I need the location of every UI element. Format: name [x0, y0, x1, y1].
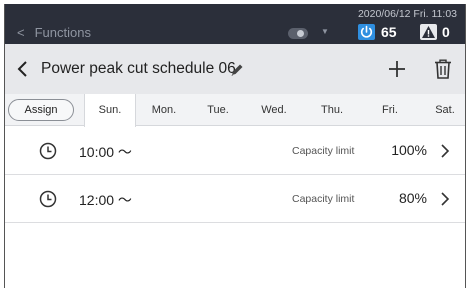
schedule-time: 12:00 ～ [79, 192, 132, 208]
capacity-limit-value: 100% [391, 142, 427, 158]
schedule-time: 10:00 ～ [79, 144, 132, 160]
schedule-row[interactable]: 10:00 ～ Capacity limit 100% [5, 127, 465, 175]
plus-icon[interactable] [386, 58, 408, 80]
capacity-limit-value: 80% [398, 190, 427, 206]
tab-fri[interactable]: Fri. [367, 94, 413, 126]
trash-icon[interactable] [433, 58, 453, 80]
clock-icon [39, 142, 57, 160]
app-frame: < Functions ▼ 2020/06/12 Fri. 11:03 65 0 [4, 4, 466, 288]
toggle-icon[interactable] [288, 28, 308, 39]
functions-back-link[interactable]: < Functions [17, 25, 91, 40]
schedule-row[interactable]: 12:00 ～ Capacity limit 80% [5, 175, 465, 223]
tab-tue[interactable]: Tue. [195, 94, 241, 126]
capacity-limit-label: Capacity limit [292, 193, 355, 205]
chevron-right-icon [439, 142, 451, 160]
tab-wed[interactable]: Wed. [251, 94, 297, 126]
warning-value: 0 [442, 24, 450, 40]
capacity-limit-label: Capacity limit [292, 145, 355, 157]
chevron-left-icon: < [17, 25, 25, 40]
page-title: Power peak cut schedule 06 [41, 60, 236, 77]
back-arrow-icon[interactable] [13, 59, 33, 79]
tab-sun[interactable]: Sun. [84, 94, 136, 127]
warning-icon [420, 24, 437, 40]
day-tabs: Assign Sun. Mon. Tue. Wed. Thu. Fri. Sat… [5, 94, 465, 127]
back-link-label: Functions [34, 25, 91, 40]
tab-mon[interactable]: Mon. [141, 94, 187, 126]
dropdown-arrow-icon[interactable]: ▼ [321, 27, 329, 36]
clock-icon [39, 190, 57, 208]
power-icon [358, 24, 375, 40]
tab-thu[interactable]: Thu. [309, 94, 355, 126]
datetime-display: 2020/06/12 Fri. 11:03 [357, 8, 457, 20]
status-bar: < Functions ▼ 2020/06/12 Fri. 11:03 65 0 [5, 4, 465, 44]
pencil-icon[interactable] [229, 62, 245, 78]
assign-button[interactable]: Assign [8, 99, 74, 121]
title-bar: Power peak cut schedule 06 [5, 44, 465, 94]
tab-sat[interactable]: Sat. [422, 94, 465, 126]
power-value: 65 [381, 24, 397, 40]
chevron-right-icon [439, 190, 451, 208]
